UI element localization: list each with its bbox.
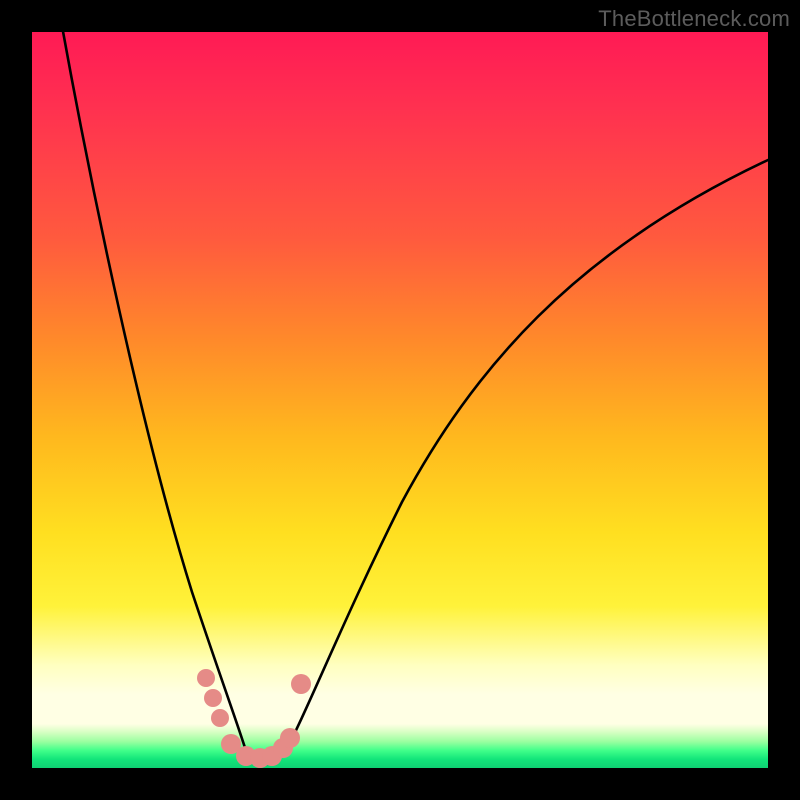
valley-markers	[197, 669, 311, 768]
watermark-text: TheBottleneck.com	[598, 6, 790, 32]
right-curve	[284, 160, 768, 754]
chart-frame: TheBottleneck.com	[0, 0, 800, 800]
chart-curves	[32, 32, 768, 768]
left-curve	[62, 26, 247, 754]
chart-plot-area	[32, 32, 768, 768]
